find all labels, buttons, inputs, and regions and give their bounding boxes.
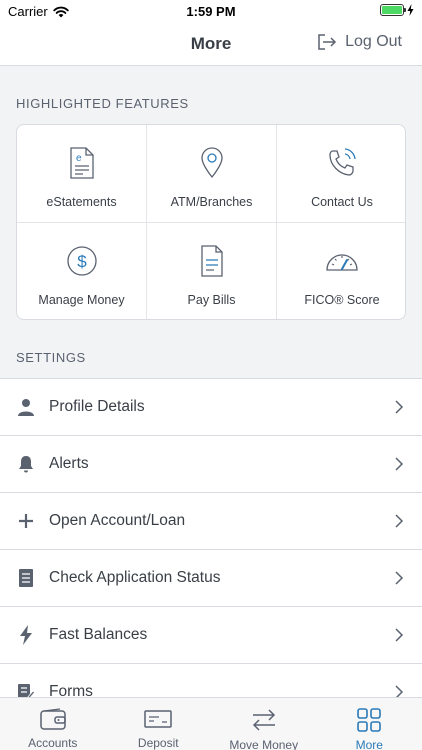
clock: 1:59 PM [186, 4, 236, 19]
grid-icon [355, 708, 383, 732]
tab-deposit[interactable]: Deposit [106, 698, 212, 750]
feature-label: ATM/Branches [170, 195, 253, 209]
tab-more[interactable]: More [317, 698, 422, 750]
settings-heading: SETTINGS [16, 350, 86, 365]
chevron-right-icon [395, 571, 404, 585]
settings-item-label: Profile Details [49, 398, 145, 415]
settings-item-open-account-loan[interactable]: Open Account/Loan [0, 493, 422, 550]
navigation-bar: More Log Out [0, 22, 422, 66]
log-out-label: Log Out [345, 33, 402, 50]
lightning-icon [16, 625, 36, 645]
feature-label: eStatements [46, 195, 117, 209]
feature-label: Contact Us [311, 195, 373, 209]
chevron-right-icon [395, 457, 404, 471]
tab-accounts[interactable]: Accounts [0, 698, 106, 750]
chevron-right-icon [395, 628, 404, 642]
tab-label: Deposit [137, 736, 179, 750]
highlighted-features-heading: HIGHLIGHTED FEATURES [16, 96, 189, 111]
location-pin-icon [194, 145, 230, 181]
wallet-icon [39, 708, 67, 730]
settings-item-label: Check Application Status [49, 569, 221, 586]
feature-contact-us[interactable]: Contact Us [277, 125, 405, 223]
settings-item-alerts[interactable]: Alerts [0, 436, 422, 493]
gauge-icon [324, 243, 360, 279]
plus-icon [16, 511, 36, 531]
chevron-right-icon [395, 400, 404, 414]
tab-label: Move Money [229, 738, 299, 750]
phone-icon [324, 145, 360, 181]
feature-pay-bills[interactable]: Pay Bills [147, 223, 277, 319]
battery-icon [380, 4, 406, 16]
svg-text:e: e [76, 153, 82, 164]
log-out-button[interactable]: Log Out [317, 33, 402, 51]
feature-manage-money[interactable]: $ Manage Money [17, 223, 147, 319]
bell-icon [16, 454, 36, 474]
feature-label: FICO® Score [304, 293, 380, 307]
svg-text:$: $ [77, 252, 87, 271]
feature-fico-score[interactable]: FICO® Score [277, 223, 405, 319]
settings-item-label: Open Account/Loan [49, 512, 186, 529]
feature-estatements[interactable]: e eStatements [17, 125, 147, 223]
transfer-arrows-icon [250, 708, 278, 732]
charging-bolt-icon [407, 4, 414, 16]
tab-label: Accounts [28, 736, 78, 750]
settings-item-profile-details[interactable]: Profile Details [0, 379, 422, 436]
check-deposit-icon [144, 708, 172, 730]
settings-item-check-application-status[interactable]: Check Application Status [0, 550, 422, 607]
tab-bar: Accounts Deposit Move Money More [0, 697, 422, 750]
settings-list: Profile Details Alerts Open Account/Loan… [0, 378, 422, 721]
feature-atm-branches[interactable]: ATM/Branches [147, 125, 277, 223]
document-icon [16, 568, 36, 588]
tab-move-money[interactable]: Move Money [211, 698, 317, 750]
settings-item-label: Fast Balances [49, 626, 148, 643]
settings-item-label: Alerts [49, 455, 89, 472]
settings-item-fast-balances[interactable]: Fast Balances [0, 607, 422, 664]
bill-document-icon [194, 243, 230, 279]
battery-indicator [380, 4, 414, 16]
tab-label: More [355, 738, 383, 750]
features-grid: e eStatements ATM/Branches Contact Us $ … [16, 124, 406, 320]
person-icon [16, 397, 36, 417]
chevron-right-icon [395, 514, 404, 528]
feature-label: Manage Money [38, 293, 125, 307]
log-out-icon [318, 34, 337, 50]
document-e-icon: e [64, 145, 100, 181]
feature-label: Pay Bills [187, 293, 236, 307]
status-bar: Carrier 1:59 PM [0, 0, 422, 22]
dollar-circle-icon: $ [64, 243, 100, 279]
